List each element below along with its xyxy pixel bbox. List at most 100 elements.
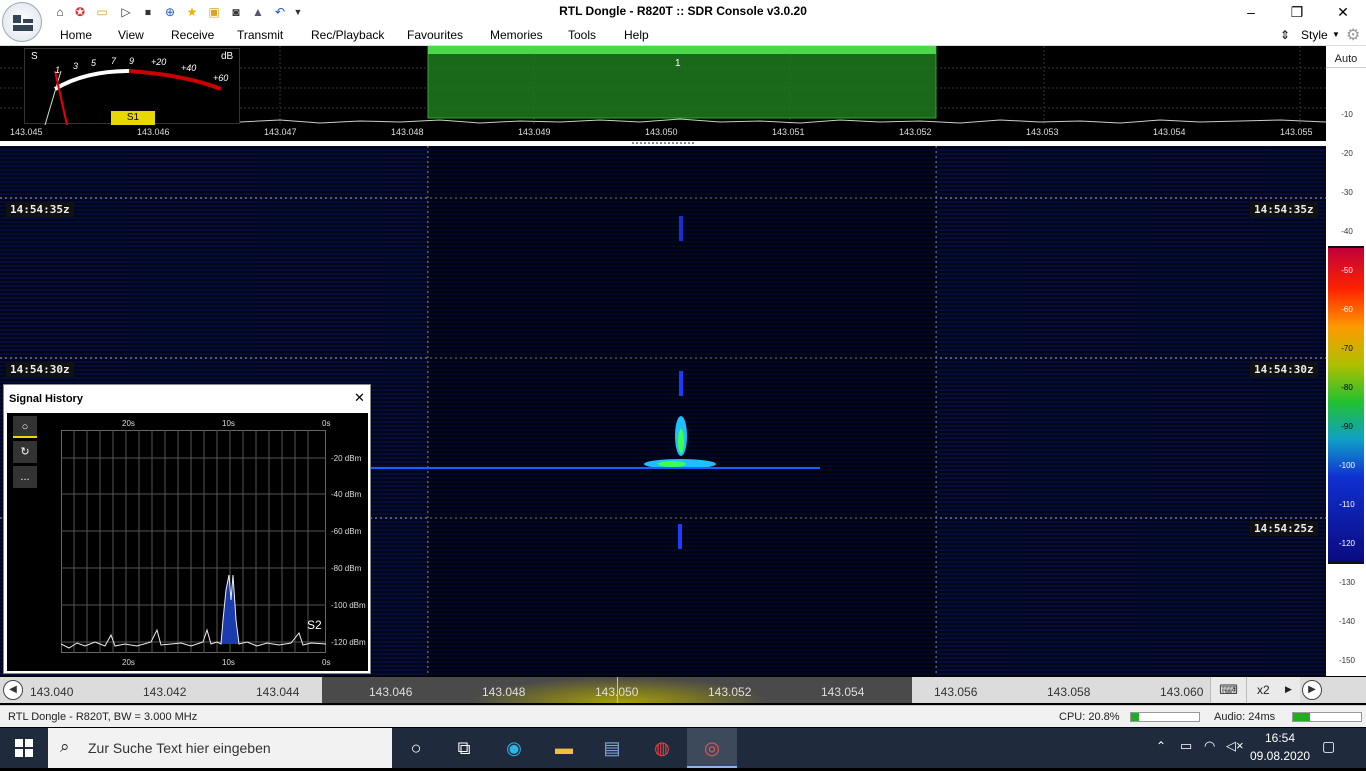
scroll-freq-label: 143.060 (1160, 685, 1204, 699)
notifications-icon[interactable]: ▢ (1322, 738, 1335, 755)
s-meter-db-label: dB (221, 51, 234, 62)
camera-icon[interactable]: ◙ (228, 4, 244, 20)
chrome-icon[interactable]: ◍ (638, 728, 686, 768)
more-options-button[interactable]: ... (13, 466, 37, 488)
menu-transmit[interactable]: Transmit (237, 28, 283, 42)
db-scale-label: -100 (1338, 461, 1355, 470)
s-scale-label: 5 (91, 58, 97, 68)
clock-time[interactable]: 16:54 (1250, 731, 1310, 745)
taskbar-search-box[interactable]: ⌕ Zur Suche Text hier eingeben (48, 728, 392, 768)
db-scale-label: +20 (151, 57, 167, 67)
waterfall-timestamp: 14:54:30z (1250, 362, 1318, 377)
freq-tick: 143.045 (10, 127, 43, 137)
close-icon[interactable]: ✕ (354, 390, 365, 406)
signal-history-panel: Signal History ✕ ○ ↻ ... 20s 10s 0s 20s … (3, 384, 371, 674)
menu-favourites[interactable]: Favourites (407, 28, 463, 42)
db-scale[interactable]: Auto -10 -20 -30 -40 -50 -60 -70 -80 -90… (1326, 46, 1366, 676)
signal-history-title: Signal History (9, 393, 83, 405)
minimize-button[interactable]: – (1228, 0, 1274, 24)
antenna-icon[interactable]: ▲ (250, 4, 266, 20)
scroll-freq-label: 143.056 (934, 685, 978, 699)
scroll-left-icon[interactable]: ◀ (3, 680, 23, 700)
zoom-selector[interactable]: x2 ▶ (1246, 677, 1300, 703)
audio-status: Audio: 24ms (1214, 711, 1276, 723)
search-icon: ⌕ (60, 737, 70, 756)
s-scale-label: 1 (55, 65, 61, 75)
windows-start-icon[interactable] (0, 728, 48, 768)
menu-bar: Home View Receive Transmit Rec/Playback … (0, 24, 1366, 46)
freq-tick: 143.053 (1026, 127, 1059, 137)
style-arrows-icon[interactable]: ⇕ (1280, 28, 1290, 42)
wifi-icon[interactable]: ◠ (1204, 738, 1215, 754)
menu-receive[interactable]: Receive (171, 28, 214, 42)
menu-view[interactable]: View (118, 28, 144, 42)
freq-tick: 143.054 (1153, 127, 1186, 137)
scroll-right-icon[interactable]: ▶ (1302, 680, 1322, 700)
stop-icon[interactable]: ⏹ (140, 4, 156, 20)
edge-icon[interactable]: ◉ (490, 728, 538, 768)
show-hidden-icons-icon[interactable]: ⌃ (1156, 739, 1166, 753)
freq-tick: 143.047 (264, 127, 297, 137)
task-view-icon[interactable]: ⧉ (440, 728, 488, 768)
style-dropdown-icon[interactable]: ▼ (1332, 30, 1340, 39)
db-scale-label: +60 (213, 73, 229, 83)
keyboard-icon[interactable]: ⌨ (1210, 677, 1246, 703)
clock-date[interactable]: 09.08.2020 (1250, 749, 1310, 763)
freq-tick: 143.055 (1280, 127, 1313, 137)
cortana-icon[interactable]: ○ (392, 728, 440, 768)
menu-tools[interactable]: Tools (568, 28, 596, 42)
battery-icon[interactable]: ▭ (1180, 738, 1192, 754)
scroll-freq-label: 143.058 (1047, 685, 1091, 699)
db-scale-label: +40 (181, 63, 197, 73)
sdr-console-taskbar-icon[interactable]: ◎ (687, 728, 737, 768)
chart-top-label: 0s (322, 419, 331, 428)
add-icon[interactable]: ⊕ (162, 4, 178, 20)
windows-taskbar: ⌕ Zur Suche Text hier eingeben ○ ⧉ ◉ ▬ ▤… (0, 728, 1366, 768)
db-scale-label: -80 (1341, 383, 1353, 392)
freq-tick: 143.051 (772, 127, 805, 137)
db-scale-label: -20 (1341, 149, 1353, 158)
window-title: RTL Dongle - R820T :: SDR Console v3.0.2… (559, 4, 807, 18)
menu-rec-playback[interactable]: Rec/Playback (311, 28, 384, 42)
title-bar: RTL Dongle - R820T :: SDR Console v3.0.2… (0, 0, 1366, 24)
db-scale-label: -10 (1341, 110, 1353, 119)
folder-icon[interactable]: ▭ (94, 4, 110, 20)
db-scale-label: -130 (1338, 578, 1355, 587)
file-explorer-icon[interactable]: ▬ (540, 728, 588, 768)
undo-icon[interactable]: ↶ (272, 4, 288, 20)
restore-button[interactable]: ❐ (1274, 0, 1320, 24)
reset-icon[interactable]: ↻ (13, 441, 37, 463)
cpu-meter (1130, 712, 1200, 722)
menu-home[interactable]: Home (60, 28, 92, 42)
app-menu-icon[interactable] (2, 2, 42, 42)
chart-db-label: -60 dBm (331, 527, 362, 536)
style-menu[interactable]: Style (1301, 28, 1328, 42)
star-icon[interactable]: ★ (184, 4, 200, 20)
chart-bottom-label: 0s (322, 658, 331, 667)
chart-top-label: 10s (222, 419, 235, 428)
lock-icon[interactable]: ▣ (206, 4, 222, 20)
freq-tick: 143.049 (518, 127, 551, 137)
zoom-value: x2 (1257, 683, 1270, 697)
chart-top-label: 20s (122, 419, 135, 428)
frequency-scroll-bar[interactable]: ◀ 143.040 143.042 143.044 143.046 143.04… (0, 677, 1366, 703)
db-scale-label: -60 (1341, 305, 1353, 314)
store-icon[interactable]: ▤ (588, 728, 636, 768)
cpu-status: CPU: 20.8% (1059, 711, 1120, 723)
status-bar: RTL Dongle - R820T, BW = 3.000 MHz CPU: … (0, 705, 1366, 727)
home-icon[interactable]: ⌂ (52, 4, 68, 20)
customize-dropdown-icon[interactable]: ▼ (290, 4, 306, 20)
db-scale-label: -110 (1339, 500, 1355, 509)
help-lifebuoy-icon[interactable]: ✪ (72, 4, 88, 20)
settings-gear-icon[interactable]: ⚙ (1346, 25, 1360, 45)
volume-muted-icon[interactable]: ◁× (1226, 738, 1244, 754)
close-button[interactable]: ✕ (1320, 0, 1366, 24)
play-icon[interactable]: ▷ (118, 4, 134, 20)
record-toggle-icon[interactable]: ○ (13, 416, 37, 438)
auto-button[interactable]: Auto (1326, 50, 1366, 68)
spectrum-frequency-axis: 143.045 143.046 143.047 143.048 143.049 … (0, 126, 1326, 140)
scroll-freq-label: 143.052 (708, 685, 752, 699)
freq-tick: 143.050 (645, 127, 678, 137)
menu-help[interactable]: Help (624, 28, 649, 42)
menu-memories[interactable]: Memories (490, 28, 543, 42)
